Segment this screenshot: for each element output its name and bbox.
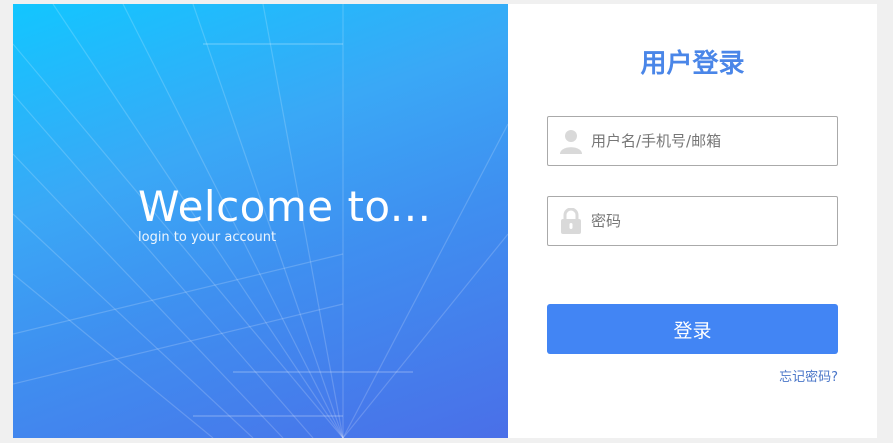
login-form: 用户登录 登录 忘记密码? [508, 4, 877, 438]
form-title: 用户登录 [640, 49, 745, 79]
welcome-subtitle: login to your account [138, 230, 277, 245]
lock-icon [561, 208, 581, 234]
welcome-heading: Welcome to... [138, 182, 432, 231]
forgot-password-link[interactable]: 忘记密码? [779, 366, 838, 385]
username-field[interactable] [547, 116, 838, 166]
login-card: Welcome to... login to your account 用户登录… [13, 4, 877, 438]
welcome-banner: Welcome to... login to your account [13, 4, 508, 438]
password-field[interactable] [547, 196, 838, 246]
user-icon [560, 130, 582, 154]
username-input[interactable] [591, 117, 821, 165]
password-input[interactable] [591, 197, 821, 245]
login-button[interactable]: 登录 [547, 304, 838, 354]
